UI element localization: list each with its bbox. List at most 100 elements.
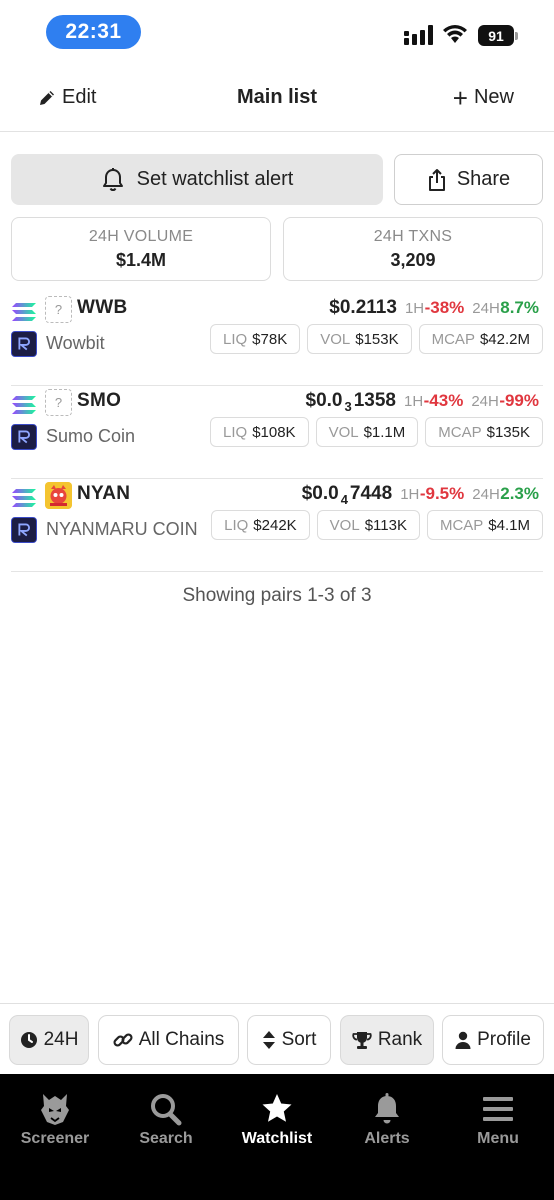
edit-button[interactable]: Edit: [38, 86, 96, 109]
nav-watchlist[interactable]: Watchlist: [222, 1092, 332, 1148]
vol-label: VOL: [328, 423, 359, 441]
hamburger-menu-icon: [483, 1097, 513, 1121]
alert-label: Set watchlist alert: [136, 168, 294, 190]
mcap-label: MCAP: [431, 330, 475, 348]
price-tail: 7448: [349, 483, 393, 504]
h24-group: 24H 8.7%: [472, 298, 539, 318]
clock-icon: [20, 1032, 37, 1048]
stat-value: 3,209: [390, 250, 436, 270]
nav-screener-label: Screener: [20, 1130, 90, 1147]
liq-label: LIQ: [223, 423, 248, 441]
pair-symbol: SMO: [77, 390, 122, 411]
battery-indicator: 91: [478, 25, 514, 46]
solana-icon: [12, 396, 36, 414]
vol-label: VOL: [320, 330, 351, 348]
pair-metrics: LIQ $108K VOL $1.1M MCAP $135K: [210, 417, 543, 447]
price-value: $0.0: [301, 483, 339, 504]
bell-icon: [375, 1093, 399, 1124]
liq-value: $108K: [252, 423, 296, 441]
battery-tip: [515, 32, 518, 40]
filter-bar: 24H All Chains Sort Rank Profile: [0, 1003, 554, 1074]
pair-metrics: LIQ $242K VOL $113K MCAP $4.1M: [211, 510, 543, 540]
timeframe-label: 24H: [43, 1029, 79, 1050]
pair-symbol: WWB: [77, 297, 128, 318]
h1-label: 1H: [404, 393, 424, 410]
volume-chip: VOL $153K: [307, 324, 412, 354]
share-button[interactable]: Share: [394, 154, 543, 205]
liquidity-chip: LIQ $242K: [211, 510, 310, 540]
vol-value: $1.1M: [363, 423, 406, 441]
nav-search[interactable]: Search: [111, 1092, 221, 1148]
screener-logo-icon: [41, 1094, 69, 1125]
rank-button[interactable]: Rank: [340, 1015, 434, 1065]
nav-menu[interactable]: Menu: [443, 1092, 553, 1148]
h1-change: -43%: [423, 391, 464, 410]
price-zero-count: 3: [344, 399, 352, 414]
profile-label: Profile: [477, 1029, 531, 1050]
stat-24h-txns: 24H TXNS 3,209: [283, 217, 543, 281]
bell-icon: [102, 167, 123, 191]
pair-metrics: LIQ $78K VOL $153K MCAP $42.2M: [209, 324, 543, 354]
h1-label: 1H: [400, 486, 420, 503]
vol-value: $153K: [355, 330, 399, 348]
h24-group: 24H -99%: [471, 391, 539, 411]
pair-row-smo[interactable]: ? SMO Sumo Coin $0.0 3 1358 1H -43% 24H -9…: [11, 386, 543, 479]
cellular-signal-icon: [404, 25, 433, 45]
stat-value: $1.4M: [115, 250, 167, 270]
h1-change: -38%: [424, 298, 465, 317]
link-icon: [113, 1033, 133, 1047]
price-value: $0.2113: [329, 297, 397, 318]
liq-value: $78K: [252, 330, 288, 348]
status-bar: 22:31 91: [0, 0, 554, 66]
new-list-button[interactable]: + New: [453, 85, 514, 111]
price: $0.0 3 1358: [306, 390, 397, 414]
status-time: 22:31: [46, 15, 141, 49]
set-watchlist-alert-button[interactable]: Set watchlist alert: [11, 154, 383, 205]
token-name: NYANMARU COIN: [46, 519, 198, 539]
solana-icon: [12, 489, 36, 507]
price-line: $0.0 3 1358 1H -43% 24H -99%: [306, 390, 540, 414]
liquidity-chip: LIQ $108K: [210, 417, 309, 447]
pencil-icon: [40, 90, 54, 105]
token-name: Wowbit: [46, 333, 105, 353]
price-line: $0.2113 1H -38% 24H 8.7%: [329, 297, 539, 319]
nav-search-label: Search: [139, 1130, 193, 1147]
vol-label: VOL: [329, 516, 360, 534]
sort-button[interactable]: Sort: [247, 1015, 331, 1065]
price-zero-count: 4: [340, 492, 348, 507]
stat-24h-volume: 24H VOLUME $1.4M: [11, 217, 271, 281]
price-value: $0.0: [305, 390, 343, 411]
sort-label: Sort: [281, 1029, 317, 1050]
nav-menu-label: Menu: [477, 1130, 519, 1147]
all-chains-button[interactable]: All Chains: [98, 1015, 239, 1065]
timeframe-button[interactable]: 24H: [9, 1015, 89, 1065]
mcap-chip: MCAP $42.2M: [418, 324, 543, 354]
pairs-count-text: Showing pairs 1-3 of 3: [182, 585, 372, 606]
h24-change: -99%: [499, 391, 539, 410]
token-placeholder-icon: ?: [45, 296, 72, 323]
rank-label: Rank: [377, 1029, 423, 1050]
nav-alerts-label: Alerts: [364, 1130, 410, 1147]
h1-label: 1H: [404, 300, 425, 317]
nav-screener[interactable]: Screener: [0, 1092, 110, 1148]
price-tail: 1358: [353, 390, 396, 411]
pair-row-wwb[interactable]: ? WWB Wowbit $0.2113 1H -38% 24H 8.7% LI…: [11, 293, 543, 386]
price: $0.2113: [329, 297, 397, 319]
vol-value: $113K: [364, 516, 407, 534]
stat-label: 24H TXNS: [373, 228, 453, 245]
share-label: Share: [456, 168, 511, 190]
wifi-icon: [443, 25, 467, 43]
raydium-icon: [11, 517, 37, 543]
mcap-chip: MCAP $4.1M: [426, 510, 543, 540]
profile-button[interactable]: Profile: [442, 1015, 544, 1065]
price: $0.0 4 7448: [302, 483, 393, 507]
volume-chip: VOL $1.1M: [315, 417, 419, 447]
h24-label: 24H: [472, 486, 500, 503]
raydium-icon: [11, 331, 37, 357]
mcap-value: $4.1M: [488, 516, 530, 534]
h24-change: 8.7%: [500, 298, 539, 317]
pair-symbol: NYAN: [77, 483, 131, 504]
nav-alerts[interactable]: Alerts: [332, 1092, 442, 1148]
search-icon: [151, 1094, 182, 1126]
pair-row-nyan[interactable]: NYAN NYANMARU COIN $0.0 4 7448 1H -9.5% 24…: [11, 479, 543, 572]
